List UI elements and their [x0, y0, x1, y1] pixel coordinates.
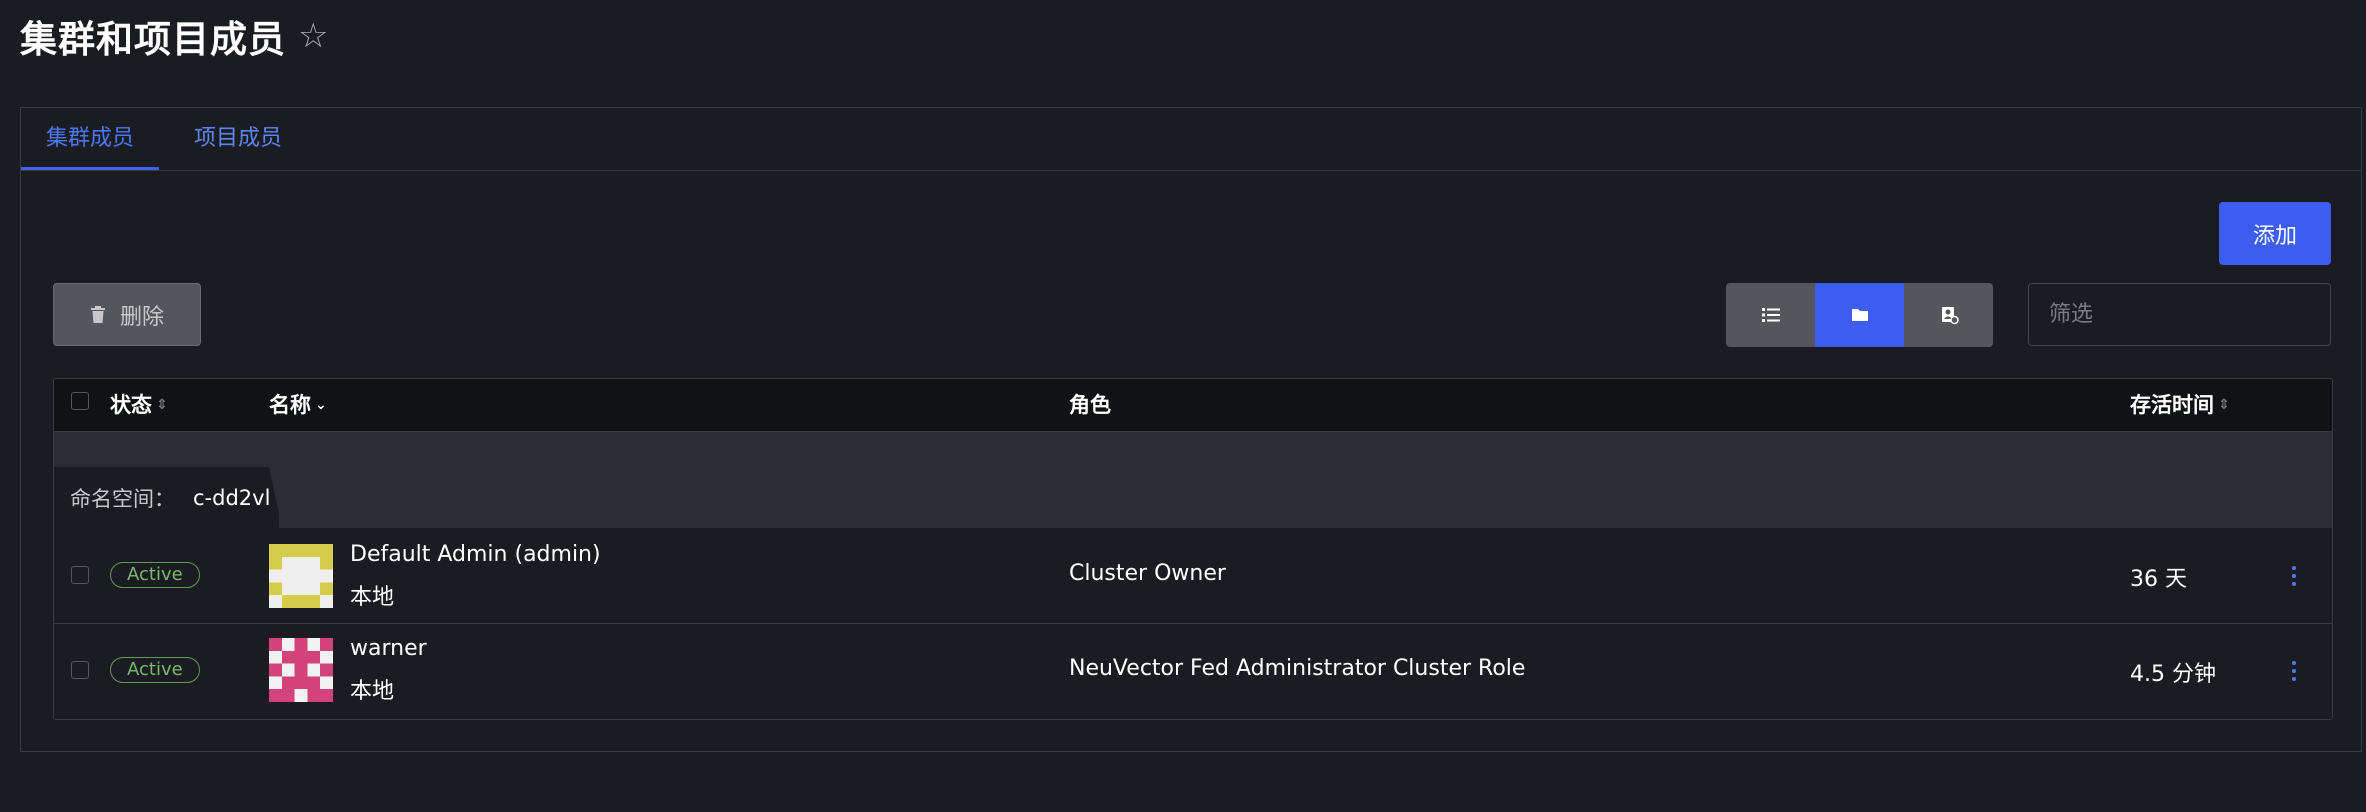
sort-desc-icon: ⌄ [315, 397, 327, 413]
column-state-label: 状态 [110, 393, 152, 417]
row-checkbox[interactable] [71, 661, 89, 679]
user-lock-icon [1941, 307, 1959, 325]
column-name-label: 名称 [269, 393, 311, 417]
filter-input[interactable] [2028, 283, 2331, 346]
table-header: 状态 ⇕ 名称 ⌄ 角色 存活时间 ⇕ [54, 379, 2332, 432]
folder-icon [1851, 309, 1868, 321]
member-name: warner [350, 636, 427, 661]
member-role: NeuVector Fed Administrator Cluster Role [1069, 656, 1526, 681]
namespace-group-tag: 命名空间： c-dd2vl [54, 467, 279, 528]
column-header-age[interactable]: 存活时间 ⇕ [2130, 379, 2230, 431]
page-title: 集群和项目成员 [20, 18, 286, 61]
list-icon [1761, 308, 1780, 322]
column-header-name[interactable]: 名称 ⌄ [269, 379, 327, 431]
delete-label: 删除 [119, 304, 164, 330]
add-button[interactable]: 添加 [2219, 202, 2331, 265]
member-provider: 本地 [350, 679, 395, 704]
table-row[interactable]: Active Default Admin (admin) 本地 Cluster … [54, 528, 2332, 623]
status-badge: Active [110, 657, 200, 683]
page-header: 集群和项目成员 ☆ [20, 6, 328, 66]
star-icon[interactable]: ☆ [298, 19, 328, 53]
namespace-value: c-dd2vl [193, 485, 271, 510]
avatar [269, 638, 333, 702]
member-age: 4.5 分钟 [2130, 662, 2216, 687]
tab-cluster-members[interactable]: 集群成员 [21, 108, 160, 170]
status-badge: Active [110, 562, 200, 588]
table-row[interactable]: Active warner 本地 NeuVector Fed Administr… [54, 623, 2332, 719]
delete-button[interactable]: 删除 [53, 283, 201, 346]
member-role: Cluster Owner [1069, 561, 1226, 586]
tab-project-members[interactable]: 项目成员 [169, 108, 307, 170]
group-by-role-button[interactable] [1904, 283, 1993, 347]
column-role-label: 角色 [1069, 393, 1111, 417]
member-name: Default Admin (admin) [350, 542, 601, 567]
select-all-checkbox[interactable] [71, 392, 89, 410]
member-age: 36 天 [2130, 567, 2187, 592]
member-provider: 本地 [350, 585, 395, 610]
sort-icon: ⇕ [156, 397, 168, 413]
view-mode-toggle [1726, 283, 1993, 347]
column-header-state[interactable]: 状态 ⇕ [110, 379, 168, 431]
row-actions-icon[interactable] [2286, 564, 2302, 590]
avatar [269, 544, 333, 608]
members-table: 状态 ⇕ 名称 ⌄ 角色 存活时间 ⇕ 命名空间： c-dd2vl Active… [53, 378, 2333, 720]
row-checkbox[interactable] [71, 566, 89, 584]
members-panel: 集群成员 项目成员 添加 删除 筛选 状态 ⇕ 名称 ⌄ 角色 存活时间 ⇕ 命… [20, 107, 2362, 752]
group-by-namespace-button[interactable] [1815, 283, 1904, 347]
sort-icon: ⇕ [2218, 397, 2230, 413]
row-actions-icon[interactable] [2286, 659, 2302, 685]
column-header-role: 角色 [1069, 379, 1111, 431]
namespace-label: 命名空间： [70, 486, 175, 511]
column-age-label: 存活时间 [2130, 393, 2214, 417]
group-row: 命名空间： c-dd2vl [54, 432, 2332, 528]
flat-list-view-button[interactable] [1726, 283, 1815, 347]
tab-bar: 集群成员 项目成员 [21, 108, 2361, 171]
trash-icon [90, 305, 105, 323]
